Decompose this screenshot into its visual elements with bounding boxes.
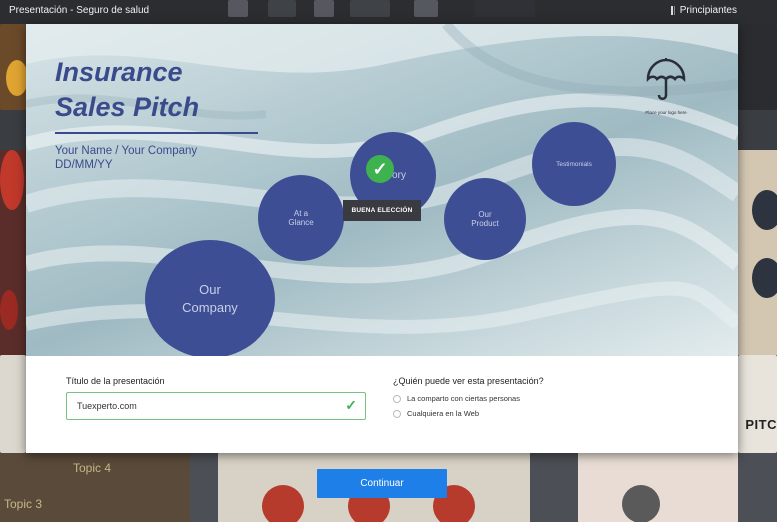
background-topic-3: Topic 3 [4,497,43,511]
background-dot [752,258,777,298]
background-card [738,355,777,453]
bubble-our-company: Our Company [145,240,275,356]
background-thumb [350,0,390,17]
template-dialog: Insurance Sales Pitch Your Name / Your C… [26,24,738,453]
level-label: Principiantes [679,5,737,16]
background-dot [622,485,660,522]
logo-caption: Place your logo here [645,110,687,115]
background-card [738,24,777,110]
background-thumb [268,0,296,17]
background-thumb [475,0,535,17]
background-topic-4: Topic 4 [73,461,112,475]
title-line-1: Insurance [55,57,183,87]
presentation-title-input[interactable]: Tuexperto.com ✓ [66,392,366,420]
background-pitch-text: PITC [745,417,777,432]
background-thumb [228,0,248,17]
check-icon: ✓ [366,155,394,183]
background-thumb [414,0,438,17]
bubble-label: ory [392,169,406,181]
valid-check-icon: ✓ [345,397,357,413]
visibility-option-public-web[interactable]: Cualquiera en la Web [393,409,479,418]
presentation-title: Insurance Sales Pitch [55,55,199,125]
background-dot [0,150,24,210]
logo-placeholder: Place your logo here [631,57,701,115]
presentation-subtitle: Your Name / Your Company DD/MM/YY [55,144,197,172]
radio-button[interactable] [393,409,401,418]
background-dot [6,60,28,96]
bubble-label: Testimonials [556,160,592,168]
title-field-label: Título de la presentación [66,376,165,386]
title-input-value: Tuexperto.com [77,401,137,411]
option-label: La comparto con ciertas personas [407,394,520,403]
level-indicator: Principiantes [670,5,737,16]
good-choice-badge: BUENA ELECCIÓN [343,200,421,221]
background-dot [0,290,18,330]
template-preview: Insurance Sales Pitch Your Name / Your C… [26,24,738,356]
bubble-label: At a Glance [288,209,314,227]
title-line-2: Sales Pitch [55,92,200,122]
continue-button[interactable]: Continuar [317,469,447,498]
umbrella-icon [646,58,686,100]
background-dot [752,190,777,230]
background-thumb [314,0,334,17]
title-underline [55,132,258,134]
bubble-our-product: Our Product [444,178,526,260]
visibility-label: ¿Quién puede ver esta presentación? [393,376,544,386]
background-dot [262,485,304,522]
background-card-right [737,150,777,355]
presentation-form: Título de la presentación Tuexperto.com … [26,356,738,453]
bubble-label: Our Company [182,282,238,315]
window-title: Presentación - Seguro de salud [9,5,150,16]
radio-button[interactable] [393,394,401,403]
visibility-option-specific-people[interactable]: La comparto con ciertas personas [393,394,520,403]
subtitle-name: Your Name / Your Company [55,145,198,157]
option-label: Cualquiera en la Web [407,409,479,418]
subtitle-date: DD/MM/YY [55,159,113,171]
background-card [0,355,26,453]
bubble-label: Our Product [471,210,499,228]
bubble-at-a-glance: At a Glance [258,175,344,261]
bubble-testimonials: Testimonials [532,122,616,206]
signal-bars-icon [670,6,675,15]
